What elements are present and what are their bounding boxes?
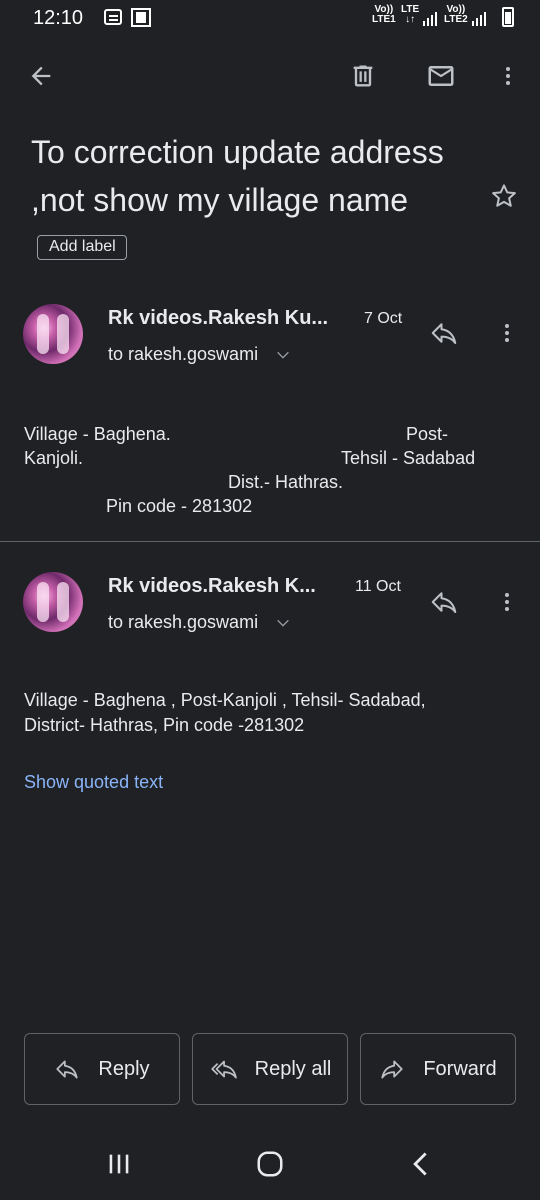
home-icon bbox=[257, 1151, 283, 1177]
sim1-signal-icon bbox=[423, 10, 441, 26]
reply-message-button[interactable] bbox=[422, 311, 466, 355]
more-options-button[interactable] bbox=[484, 52, 532, 100]
recipient-text: to rakesh.goswami bbox=[108, 344, 259, 364]
message-more-button[interactable] bbox=[485, 311, 529, 355]
reply-icon bbox=[56, 1060, 79, 1079]
body-line: Kanjoli. bbox=[24, 448, 84, 468]
chevron-left-icon bbox=[413, 1152, 427, 1176]
add-label-button[interactable]: Add label bbox=[37, 235, 127, 261]
delete-button[interactable] bbox=[339, 52, 387, 100]
body-line: Village - Baghena , Post-Kanjoli , Tehsi… bbox=[24, 690, 426, 710]
recipient-text: to rakesh.goswami bbox=[108, 612, 259, 632]
message-more-button[interactable] bbox=[485, 580, 529, 624]
body-line: Pin code - 281302 bbox=[106, 496, 253, 516]
forward-label: Forward bbox=[423, 1057, 497, 1080]
chevron-down-icon bbox=[277, 352, 289, 359]
battery-icon bbox=[502, 7, 514, 27]
reply-label: Reply bbox=[98, 1057, 150, 1080]
sender-avatar[interactable] bbox=[23, 572, 83, 632]
gallery-notification-icon bbox=[131, 8, 151, 27]
status-time: 12:10 bbox=[33, 7, 84, 29]
recipient-toggle[interactable]: to rakesh.goswami bbox=[108, 612, 291, 633]
sender-avatar[interactable] bbox=[23, 304, 83, 364]
sim2-indicator: Vo)) LTE2 bbox=[444, 5, 468, 25]
sim1-indicator: Vo)) LTE1 bbox=[372, 5, 396, 25]
system-back-button[interactable] bbox=[397, 1140, 445, 1188]
reply-icon bbox=[431, 323, 457, 344]
body-line: Tehsil - Sadabad bbox=[341, 448, 476, 468]
message-date: 11 Oct bbox=[355, 578, 401, 595]
email-subject: To correction update address ,not show m… bbox=[31, 128, 471, 272]
recent-apps-icon bbox=[109, 1154, 129, 1174]
reply-all-label: Reply all bbox=[254, 1057, 332, 1080]
subject-text: To correction update address ,not show m… bbox=[31, 134, 444, 218]
recipient-toggle[interactable]: to rakesh.goswami bbox=[108, 344, 291, 365]
envelope-icon bbox=[428, 66, 454, 86]
chevron-down-icon bbox=[277, 620, 289, 627]
sender-name: Rk videos.Rakesh K... bbox=[108, 575, 316, 597]
arrow-left-icon bbox=[31, 66, 51, 86]
more-vert-icon bbox=[505, 324, 509, 342]
trash-icon bbox=[353, 65, 373, 87]
sim2-signal-icon bbox=[472, 10, 490, 26]
message-date: 7 Oct bbox=[364, 310, 403, 327]
sim1-lte-text: LTE1 bbox=[372, 14, 396, 25]
forward-icon bbox=[381, 1060, 403, 1079]
star-outline-icon bbox=[492, 184, 516, 207]
reply-message-button[interactable] bbox=[422, 580, 466, 624]
status-bar: 12:10 Vo)) LTE1 LTE ↓↑ Vo)) LTE2 bbox=[0, 0, 540, 36]
body-line: Dist.- Hathras. bbox=[228, 472, 344, 492]
sender-name: Rk videos.Rakesh Ku... bbox=[108, 307, 329, 329]
home-button[interactable] bbox=[246, 1140, 294, 1188]
reply-icon bbox=[431, 592, 457, 613]
show-quoted-text-link[interactable]: Show quoted text bbox=[24, 772, 163, 793]
sim2-lte-text: LTE2 bbox=[444, 14, 468, 25]
reply-all-button[interactable]: Reply all bbox=[192, 1033, 348, 1105]
mark-unread-button[interactable] bbox=[417, 52, 465, 100]
recent-apps-button[interactable] bbox=[95, 1140, 143, 1188]
star-button[interactable] bbox=[484, 176, 524, 216]
network-indicator: LTE ↓↑ bbox=[401, 5, 419, 25]
more-vert-icon bbox=[505, 593, 509, 611]
reply-button[interactable]: Reply bbox=[24, 1033, 180, 1105]
network-activity-text: ↓↑ bbox=[405, 14, 416, 25]
message-divider bbox=[0, 541, 540, 542]
back-button[interactable] bbox=[17, 52, 65, 100]
forward-button[interactable]: Forward bbox=[360, 1033, 516, 1105]
body-line: Post- bbox=[406, 424, 449, 444]
reply-all-icon bbox=[211, 1060, 237, 1079]
body-line: Village - Baghena. bbox=[24, 424, 171, 444]
more-vert-icon bbox=[506, 67, 510, 85]
message-notification-icon bbox=[104, 9, 122, 25]
body-line: District- Hathras, Pin code -281302 bbox=[24, 715, 305, 735]
